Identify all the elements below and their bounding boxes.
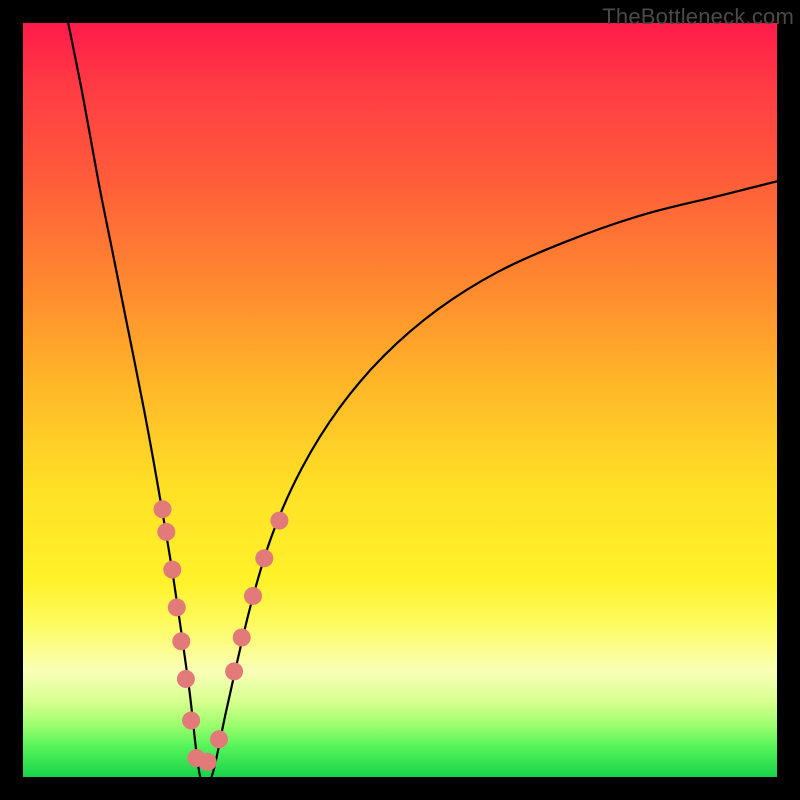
chart-plot-area: [23, 23, 777, 777]
marker-dot: [255, 549, 273, 567]
marker-dot: [157, 523, 175, 541]
marker-dot: [225, 662, 243, 680]
marker-dot: [233, 629, 251, 647]
marker-dot: [154, 500, 172, 518]
chart-frame: TheBottleneck.com: [0, 0, 800, 800]
watermark-text: TheBottleneck.com: [602, 4, 794, 30]
marker-dot: [163, 561, 181, 579]
marker-dot: [199, 753, 217, 771]
marker-dot: [182, 712, 200, 730]
chart-svg: [23, 23, 777, 777]
bottleneck-curve: [68, 23, 777, 787]
marker-dot: [172, 632, 190, 650]
marker-dot: [177, 670, 195, 688]
marker-dot: [244, 587, 262, 605]
marker-dot: [210, 730, 228, 748]
marker-dot: [168, 598, 186, 616]
curve-group: [68, 23, 777, 787]
marker-dots-group: [154, 500, 289, 771]
marker-dot: [270, 512, 288, 530]
